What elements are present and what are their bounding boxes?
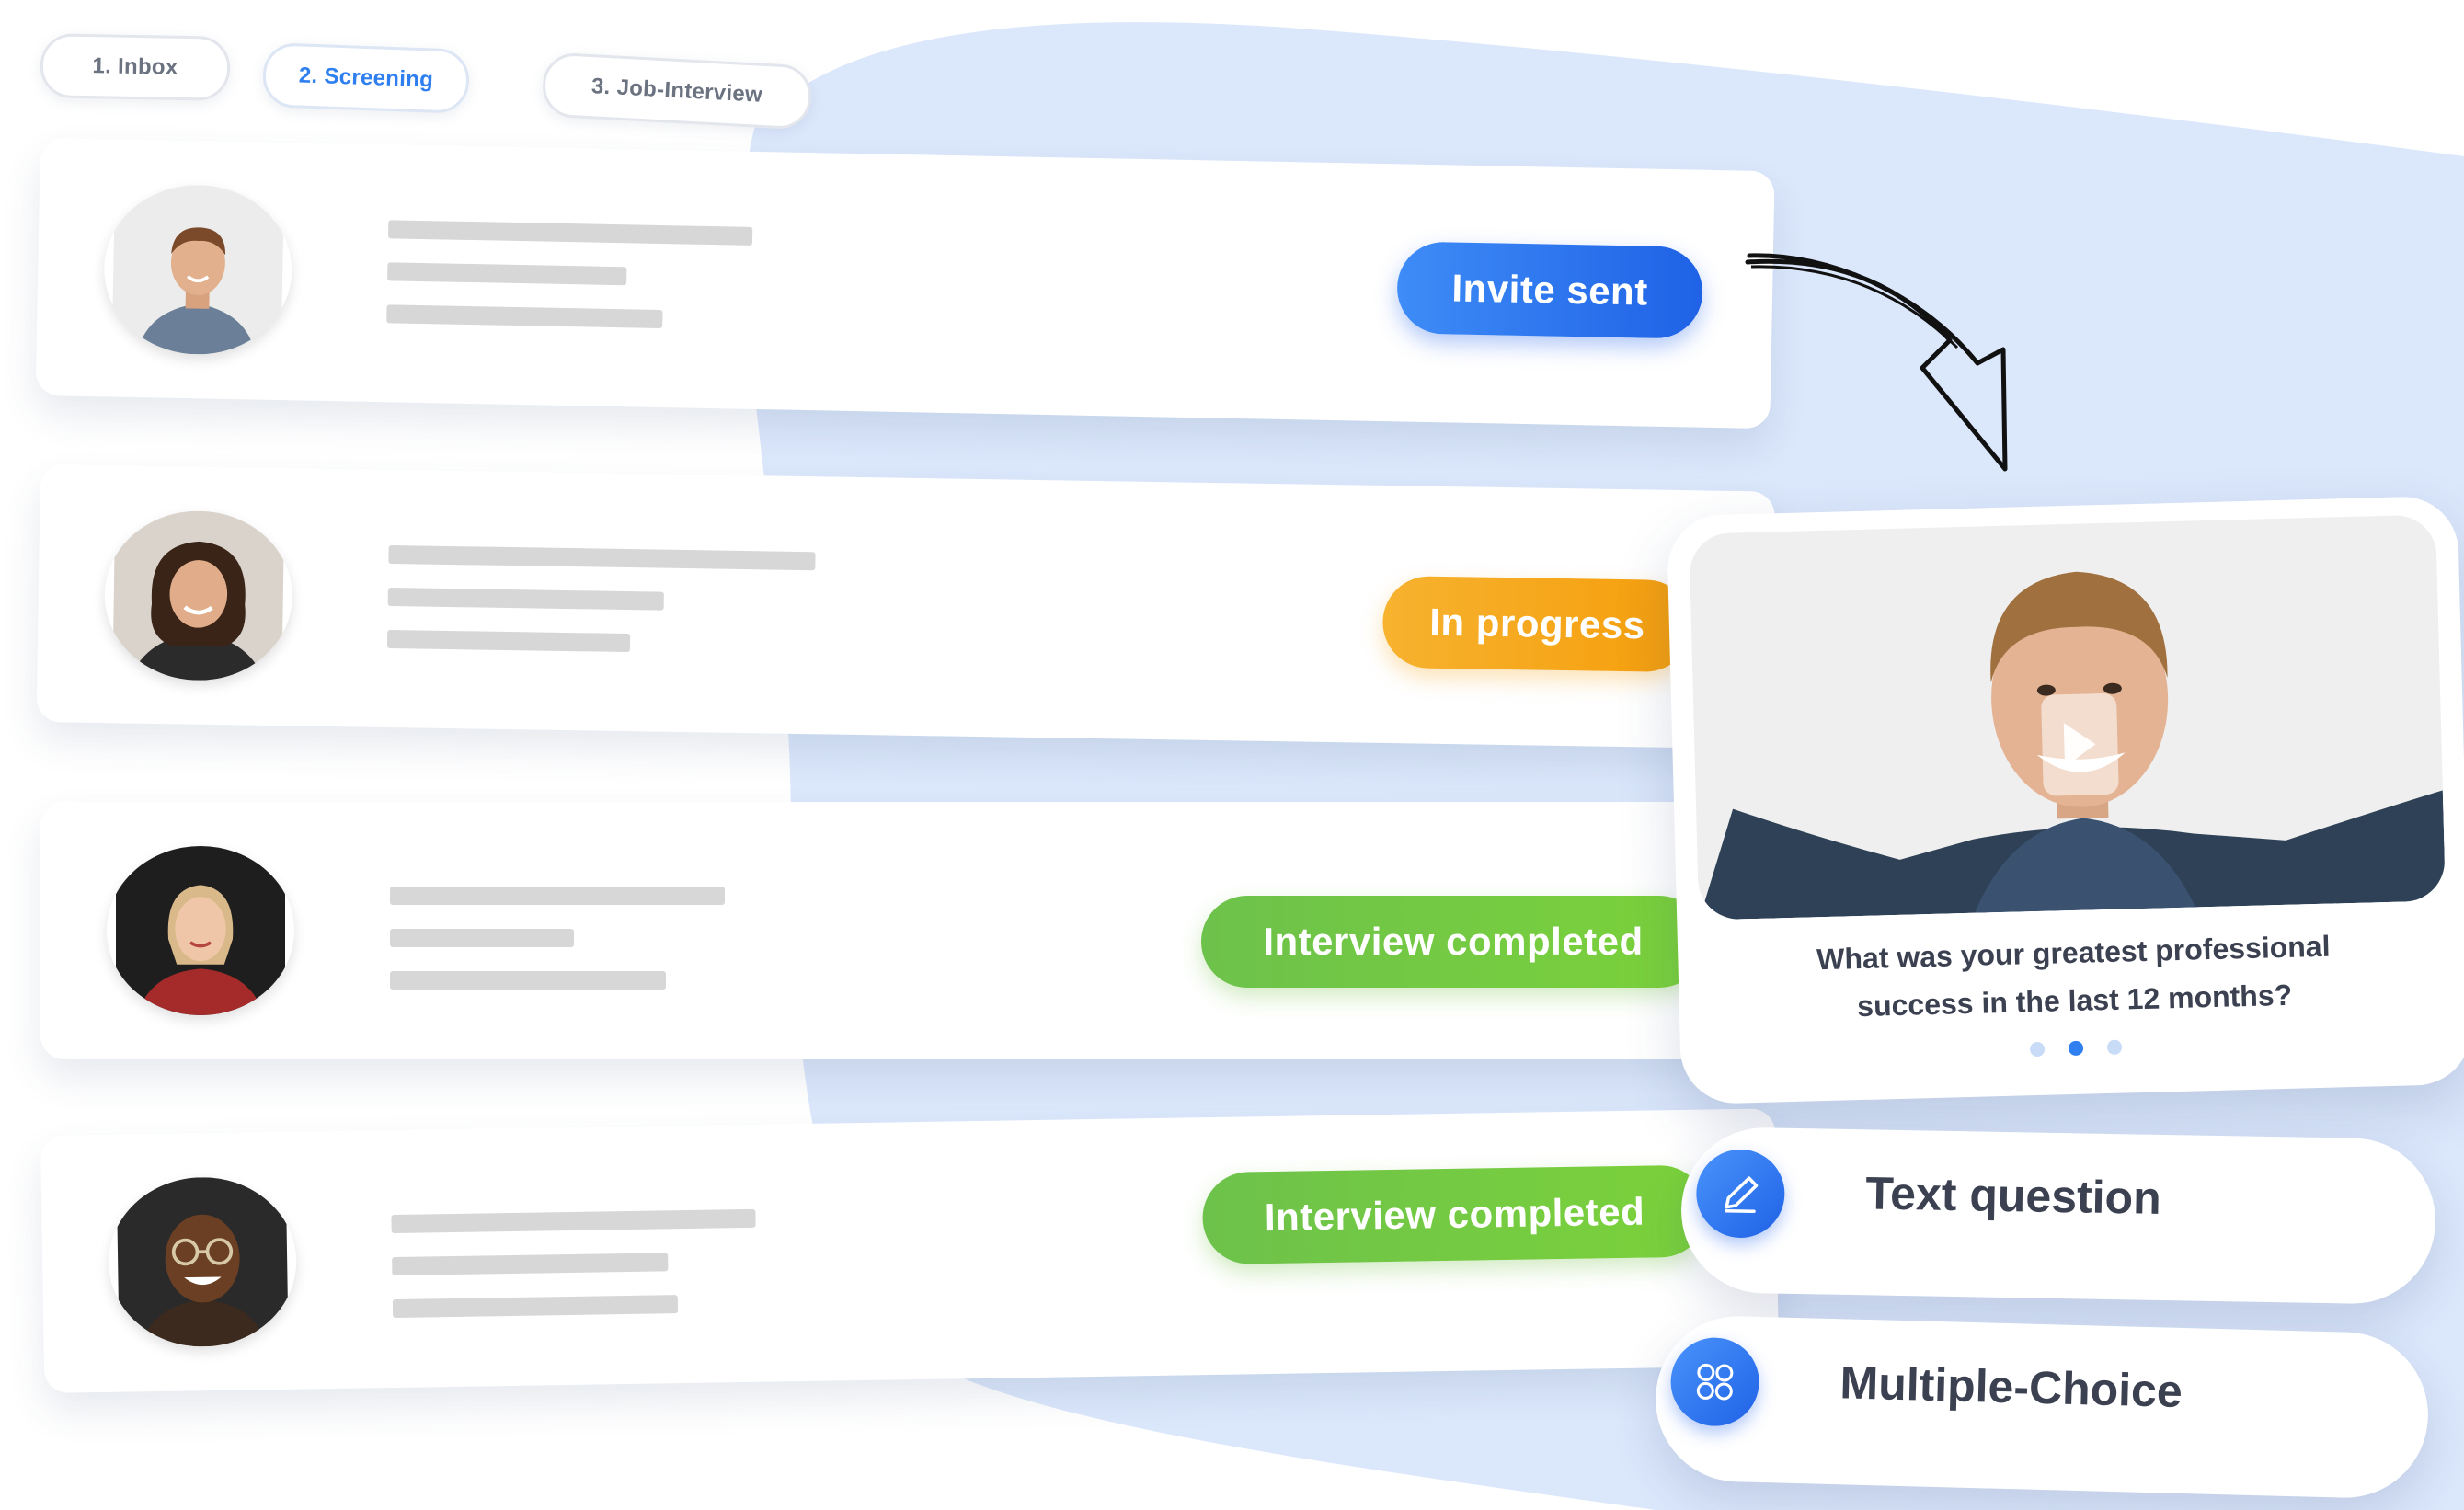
placeholder-line — [387, 220, 753, 246]
question-text: What was your greatest professional succ… — [1714, 920, 2434, 1034]
avatar — [108, 1175, 298, 1348]
placeholder-line — [392, 1253, 669, 1276]
avatar — [103, 509, 293, 682]
candidate-card[interactable]: Invite sent — [35, 138, 1775, 429]
placeholder-line — [386, 629, 631, 653]
placeholder-line — [391, 1208, 756, 1234]
candidate-card[interactable]: In progress — [36, 464, 1775, 749]
status-badge: Interview completed — [1201, 896, 1705, 988]
question-type-label: Text question — [1864, 1167, 2162, 1224]
video-preview[interactable] — [1689, 514, 2447, 921]
tab-job-interview[interactable]: 3. Job-Interview — [541, 51, 813, 131]
candidate-card[interactable]: Interview completed — [40, 1108, 1780, 1393]
placeholder-line — [390, 929, 574, 947]
pagination-dot-active[interactable] — [2068, 1040, 2084, 1057]
placeholder-line — [390, 971, 666, 990]
tab-screening[interactable]: 2. Screening — [261, 42, 471, 114]
status-badge: Interview completed — [1201, 1164, 1708, 1265]
status-badge: In progress — [1381, 575, 1693, 673]
play-icon — [2063, 722, 2097, 768]
question-type-multiple-choice[interactable]: Multiple-Choice — [1653, 1314, 2431, 1500]
avatar — [107, 846, 294, 1015]
stage-tabs: 1. Inbox 2. Screening 3. Job-Interview — [40, 33, 831, 131]
placeholder-line — [390, 887, 725, 905]
placeholder-line — [387, 262, 627, 286]
pagination-dots — [1680, 1031, 2464, 1067]
placeholder-line — [387, 587, 664, 611]
question-type-text[interactable]: Text question — [1679, 1126, 2437, 1306]
grid-circles-icon — [1669, 1336, 1760, 1427]
play-button[interactable] — [2040, 692, 2119, 796]
pagination-dot[interactable] — [2106, 1039, 2123, 1056]
placeholder-line — [392, 1295, 679, 1319]
placeholder-line — [388, 544, 816, 571]
question-type-label: Multiple-Choice — [1839, 1356, 2183, 1417]
video-question-card[interactable]: What was your greatest professional succ… — [1666, 495, 2464, 1105]
arrow-icon — [1745, 253, 2008, 472]
pagination-dot[interactable] — [2029, 1041, 2046, 1058]
placeholder-line — [386, 304, 663, 329]
tab-inbox[interactable]: 1. Inbox — [40, 33, 231, 101]
candidate-card[interactable]: Interview completed — [40, 802, 1775, 1059]
status-badge: Invite sent — [1396, 241, 1704, 339]
avatar — [103, 183, 293, 357]
pencil-icon — [1695, 1149, 1786, 1239]
